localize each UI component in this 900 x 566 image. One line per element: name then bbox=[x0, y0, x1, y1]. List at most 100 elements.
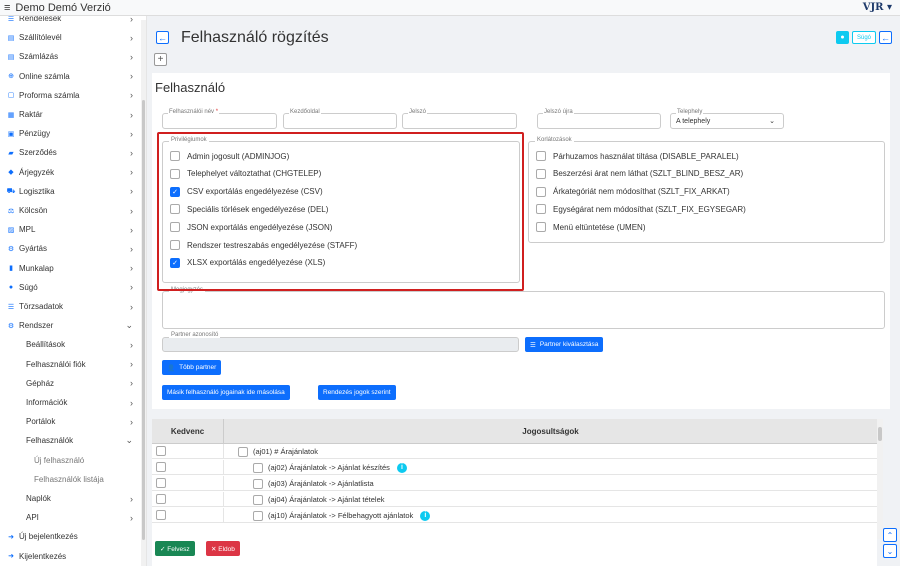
note-textarea[interactable]: Megjegyzés bbox=[162, 287, 885, 329]
sidebar-item-label: Rendszer bbox=[19, 321, 54, 331]
checkbox[interactable] bbox=[536, 222, 546, 233]
restriction-checkbox[interactable]: Árkategóriát nem módosíthat (SZLT_FIX_AR… bbox=[536, 185, 730, 199]
sidebar-item[interactable]: ⚖ Kölcsön › bbox=[0, 201, 140, 220]
password-confirm-field[interactable]: Jelszó újra bbox=[537, 109, 661, 133]
password-confirm-label: Jelszó újra bbox=[543, 109, 574, 115]
permission-item[interactable]: (aj04) Árajánlatok -> Ajánlat tételek bbox=[253, 494, 385, 505]
sidebar-item[interactable]: ⊕ Online számla › bbox=[0, 67, 140, 86]
sidebar-item[interactable]: ➜ Új bejelentkezés bbox=[0, 527, 140, 546]
sidebar-subitem[interactable]: Gépház › bbox=[0, 374, 140, 393]
sidebar-item[interactable]: ▨ MPL › bbox=[0, 220, 140, 239]
add-button[interactable]: + bbox=[154, 53, 167, 66]
permission-checkbox[interactable] bbox=[253, 494, 263, 505]
copy-rights-button[interactable]: Másik felhasználó jogainak ide másolása bbox=[162, 385, 290, 400]
back-right-button[interactable]: ← bbox=[879, 31, 892, 44]
info-icon[interactable]: i bbox=[420, 510, 431, 521]
help-button[interactable]: Súgó bbox=[851, 31, 876, 44]
sidebar-item[interactable]: ● Súgó › bbox=[0, 278, 140, 297]
sidebar-subitem[interactable]: Felhasználói fiók › bbox=[0, 355, 140, 374]
sidebar-item[interactable]: ▰ Szerződés › bbox=[0, 143, 140, 162]
sidebar-item[interactable]: ▮ Munkalap › bbox=[0, 259, 140, 278]
sidebar-item[interactable]: ▣ Pénzügy › bbox=[0, 124, 140, 143]
partner-select-button[interactable]: ☰ Partner kiválasztása bbox=[525, 337, 604, 352]
sidebar-item[interactable]: ➜ Kijelentkezés bbox=[0, 547, 140, 566]
chevron-icon: › bbox=[130, 16, 133, 24]
menu-item-icon: ☰ bbox=[7, 16, 15, 23]
partner-id-field[interactable]: Partner azonosító bbox=[162, 332, 519, 352]
permission-checkbox[interactable] bbox=[253, 462, 263, 473]
scroll-up-button[interactable]: ⌃ bbox=[883, 528, 897, 542]
permission-checkbox[interactable] bbox=[253, 510, 263, 521]
menu-item-icon: ▨ bbox=[7, 226, 15, 234]
favorite-checkbox[interactable] bbox=[156, 462, 166, 472]
sidebar-scrollbar[interactable] bbox=[141, 20, 146, 566]
discard-button[interactable]: ✕ Eldob bbox=[206, 541, 240, 556]
sidebar: ☰ Rendelések › ▤ Szállítólevél › ▤ Számlázás › ⊕ O… bbox=[0, 16, 147, 566]
sidebar-item[interactable]: ⛟ Logisztika › bbox=[0, 182, 140, 201]
chevron-up-icon: ⌃ bbox=[886, 530, 894, 540]
sidebar-item-label: Raktár bbox=[19, 110, 43, 119]
sort-rights-button[interactable]: Rendezés jogok szerint bbox=[318, 385, 396, 400]
restriction-checkbox[interactable]: Egységárat nem módosíthat (SZLT_FIX_EGYS… bbox=[536, 202, 746, 216]
restriction-checkbox[interactable]: Párhuzamos használat tiltása (DISABLE_PA… bbox=[536, 149, 739, 163]
sidebar-subitem[interactable]: Portálok › bbox=[0, 412, 140, 431]
scroll-down-button[interactable]: ⌄ bbox=[883, 544, 897, 558]
favorite-checkbox[interactable] bbox=[156, 510, 166, 520]
sidebar-item[interactable]: ☰ Törzsadatok › bbox=[0, 297, 140, 316]
sidebar-item-label: MPL bbox=[19, 225, 36, 235]
sidebar-item-label: Felhasználók listája bbox=[34, 474, 104, 484]
sidebar-subitem[interactable]: Beállítások › bbox=[0, 335, 140, 354]
permission-checkbox[interactable] bbox=[238, 446, 248, 457]
username-label: Felhasználói név bbox=[169, 109, 215, 115]
info-icon[interactable]: i bbox=[396, 462, 407, 473]
more-partner-button[interactable]: 👤 Több partner bbox=[162, 360, 222, 375]
homepage-field[interactable]: Kezdőoldal bbox=[283, 109, 397, 133]
password-field[interactable]: Jelszó bbox=[402, 109, 517, 133]
site-select[interactable]: A telephely ⌄ Telephely bbox=[670, 109, 784, 133]
back-button[interactable]: ← bbox=[156, 31, 169, 44]
app-title: Demo Demó Verzió bbox=[15, 1, 111, 14]
favorite-checkbox[interactable] bbox=[156, 494, 166, 504]
arrow-left-icon: ← bbox=[158, 32, 167, 43]
checkbox[interactable] bbox=[536, 168, 546, 179]
restriction-checkbox[interactable]: Menü eltüntetése (UMEN) bbox=[536, 220, 645, 234]
brand-logo[interactable]: VJR ▾ bbox=[863, 2, 892, 13]
sidebar-item[interactable]: ▤ Szállítólevél › bbox=[0, 28, 140, 47]
col-permissions[interactable]: Jogosultságok bbox=[224, 419, 877, 444]
permission-item[interactable]: (aj10) Árajánlatok -> Félbehagyott ajánl… bbox=[253, 510, 431, 521]
favorite-checkbox[interactable] bbox=[156, 478, 166, 488]
checkbox[interactable] bbox=[536, 204, 546, 215]
sidebar-item[interactable]: ⚙ Rendszer ⌄ bbox=[0, 316, 140, 335]
permission-item[interactable]: (aj01) # Árajánlatok bbox=[238, 446, 318, 457]
hamburger-icon[interactable]: ≡ bbox=[4, 2, 10, 14]
partner-id-label: Partner azonosító bbox=[169, 332, 221, 338]
arrow-left-icon: ← bbox=[881, 32, 890, 43]
restriction-checkbox[interactable]: Beszerzési árat nem láthat (SZLT_BLIND_B… bbox=[536, 167, 743, 181]
help-toggle-button[interactable]: ● bbox=[835, 31, 849, 44]
sidebar-item[interactable]: ◆ Árjegyzék › bbox=[0, 163, 140, 182]
sidebar-item[interactable]: ▤ Számlázás › bbox=[0, 47, 140, 66]
table-scrollbar[interactable] bbox=[877, 419, 883, 539]
checkbox[interactable] bbox=[536, 186, 546, 197]
permission-checkbox[interactable] bbox=[253, 478, 263, 489]
sidebar-item[interactable]: ▢ Proforma számla › bbox=[0, 86, 140, 105]
sidebar-subitem[interactable]: Információk › bbox=[0, 393, 140, 412]
username-field[interactable]: Felhasználói név * bbox=[162, 109, 277, 133]
favorite-checkbox[interactable] bbox=[156, 446, 166, 456]
sidebar-subsubitem[interactable]: Felhasználók listája bbox=[0, 470, 140, 489]
sidebar-subitem[interactable]: Felhasználók ⌄ bbox=[0, 431, 140, 450]
permission-item[interactable]: (aj02) Árajánlatok -> Ajánlat készítés i bbox=[253, 462, 407, 473]
table-row: (aj03) Árajánlatok -> Ajánlatlista bbox=[152, 476, 877, 491]
permission-item[interactable]: (aj03) Árajánlatok -> Ajánlatlista bbox=[253, 478, 374, 489]
sidebar-item[interactable]: ☰ Rendelések › bbox=[0, 16, 140, 28]
menu-item-icon: ⛟ bbox=[6, 187, 16, 195]
save-button[interactable]: ✓ Felvesz bbox=[155, 541, 195, 556]
menu-item-icon: ⊕ bbox=[8, 73, 14, 81]
col-favorite[interactable]: Kedvenc bbox=[152, 419, 223, 444]
sidebar-subitem[interactable]: API › bbox=[0, 508, 140, 527]
sidebar-subitem[interactable]: Naplók › bbox=[0, 489, 140, 508]
sidebar-item[interactable]: ▦ Raktár › bbox=[0, 105, 140, 124]
sidebar-item[interactable]: ⚙ Gyártás › bbox=[0, 239, 140, 258]
sidebar-subsubitem[interactable]: Új felhasználó bbox=[0, 451, 140, 470]
checkbox[interactable] bbox=[536, 151, 546, 161]
